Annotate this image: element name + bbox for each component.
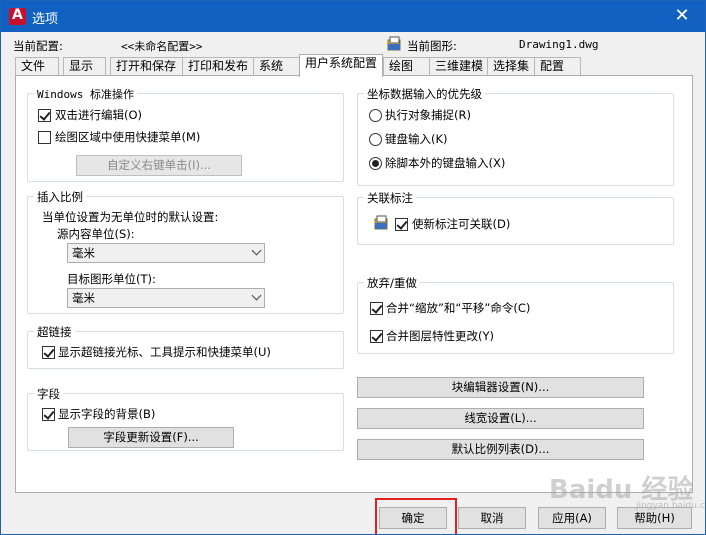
assoc-dim-group: 关联标注 使新标注可关联(D) xyxy=(357,190,674,245)
lineweight-settings-button[interactable]: 线宽设置(L)... xyxy=(357,408,644,429)
hyperlink-group: 超链接 显示超链接光标、工具提示和快捷菜单(U) xyxy=(27,324,344,369)
source-units-value: 毫米 xyxy=(72,246,95,260)
windows-ops-title: Windows 标准操作 xyxy=(34,86,137,102)
highlight-box xyxy=(375,498,457,534)
hyperlink-cursor-label[interactable]: 显示超链接光标、工具提示和快捷菜单(U) xyxy=(58,344,271,360)
source-units-label: 源内容单位(S): xyxy=(57,227,135,241)
field-background-label[interactable]: 显示字段的背景(B) xyxy=(58,406,155,422)
title-bar[interactable]: 选项 ✕ xyxy=(1,1,705,32)
current-drawing-label: 当前图形: xyxy=(407,39,457,53)
block-editor-settings-button[interactable]: 块编辑器设置(N)... xyxy=(357,377,644,398)
cancel-button[interactable]: 取消 xyxy=(458,507,526,529)
chevron-down-icon xyxy=(251,245,262,256)
radio-object-snap-label[interactable]: 执行对象捕捉(R) xyxy=(385,107,471,123)
insert-scale-title: 插入比例 xyxy=(34,189,86,205)
fields-title: 字段 xyxy=(34,386,63,402)
radio-keyboard-entry-label[interactable]: 键盘输入(K) xyxy=(385,131,448,147)
fields-group: 字段 显示字段的背景(B) 字段更新设置(F)... xyxy=(27,386,344,451)
dimension-icon xyxy=(374,215,388,230)
tab-user-preferences[interactable]: 用户系统配置 xyxy=(299,54,383,77)
target-units-select[interactable]: 毫米 xyxy=(67,288,265,308)
double-click-edit-checkbox[interactable] xyxy=(38,109,51,122)
tab-profiles[interactable]: 配置 xyxy=(534,57,581,76)
tab-drafting[interactable]: 绘图 xyxy=(383,57,430,76)
radio-keyboard-except-scripts[interactable] xyxy=(369,157,382,170)
shortcut-menu-label[interactable]: 绘图区域中使用快捷菜单(M) xyxy=(55,129,200,145)
current-profile-value: <<未命名配置>> xyxy=(121,40,203,53)
radio-keyboard-except-scripts-label[interactable]: 除脚本外的键盘输入(X) xyxy=(385,155,505,171)
default-scale-list-button[interactable]: 默认比例列表(D)... xyxy=(357,439,644,460)
chevron-down-icon xyxy=(251,290,262,301)
close-icon[interactable]: ✕ xyxy=(659,1,705,32)
combine-zoom-pan-checkbox[interactable] xyxy=(370,302,383,315)
undo-redo-group: 放弃/重做 合并“缩放”和“平移”命令(C) 合并图层特性更改(Y) xyxy=(357,275,674,354)
field-background-checkbox[interactable] xyxy=(42,408,55,421)
coord-priority-title: 坐标数据输入的优先级 xyxy=(364,86,485,102)
assoc-dim-title: 关联标注 xyxy=(364,190,416,206)
windows-ops-group: Windows 标准操作 双击进行编辑(O) 绘图区域中使用快捷菜单(M) 自定… xyxy=(27,86,344,182)
tab-3d-modeling[interactable]: 三维建模 xyxy=(429,57,488,76)
tab-files[interactable]: 文件 xyxy=(15,57,59,76)
insert-scale-subtitle: 当单位设置为无单位时的默认设置: xyxy=(42,210,219,224)
shortcut-menu-checkbox[interactable] xyxy=(38,131,51,144)
insert-scale-group: 插入比例 当单位设置为无单位时的默认设置: 源内容单位(S): 毫米 目标图形单… xyxy=(27,189,344,314)
tab-open-save[interactable]: 打开和保存 xyxy=(110,57,183,76)
coord-priority-group: 坐标数据输入的优先级 执行对象捕捉(R) 键盘输入(K) 除脚本外的键盘输入(X… xyxy=(357,86,674,186)
options-dialog: 选项 ✕ 当前配置: <<未命名配置>> 当前图形: Drawing1.dwg … xyxy=(0,0,706,535)
tab-selection[interactable]: 选择集 xyxy=(487,57,535,76)
combine-layer-checkbox[interactable] xyxy=(370,330,383,343)
radio-keyboard-entry[interactable] xyxy=(369,133,382,146)
undo-redo-title: 放弃/重做 xyxy=(364,275,420,291)
apply-button[interactable]: 应用(A) xyxy=(538,507,606,529)
field-update-settings-button[interactable]: 字段更新设置(F)... xyxy=(68,427,234,448)
custom-right-click-button[interactable]: 自定义右键单击(I)... xyxy=(76,155,242,176)
autocad-logo-icon xyxy=(9,7,26,25)
associative-dim-label[interactable]: 使新标注可关联(D) xyxy=(412,216,510,232)
combine-layer-label[interactable]: 合并图层特性更改(Y) xyxy=(386,328,494,344)
window-title: 选项 xyxy=(32,12,59,27)
hyperlink-cursor-checkbox[interactable] xyxy=(42,346,55,359)
current-drawing-value: Drawing1.dwg xyxy=(519,38,599,51)
source-units-select[interactable]: 毫米 xyxy=(67,243,265,263)
associative-dim-checkbox[interactable] xyxy=(395,218,408,231)
combine-zoom-pan-label[interactable]: 合并“缩放”和“平移”命令(C) xyxy=(386,300,530,316)
double-click-edit-label[interactable]: 双击进行编辑(O) xyxy=(55,107,142,123)
target-units-label: 目标图形单位(T): xyxy=(67,272,156,286)
tab-display[interactable]: 显示 xyxy=(63,57,106,76)
target-units-value: 毫米 xyxy=(72,291,95,305)
drawing-file-icon xyxy=(387,36,401,51)
tab-system[interactable]: 系统 xyxy=(253,57,301,76)
hyperlink-title: 超链接 xyxy=(34,324,75,340)
tab-plot-publish[interactable]: 打印和发布 xyxy=(182,57,254,76)
radio-object-snap[interactable] xyxy=(369,109,382,122)
current-profile-label: 当前配置: xyxy=(13,39,63,53)
baidu-watermark-url: jingyan.baidu.com xyxy=(636,501,705,511)
tab-panel: Windows 标准操作 双击进行编辑(O) 绘图区域中使用快捷菜单(M) 自定… xyxy=(15,75,693,493)
